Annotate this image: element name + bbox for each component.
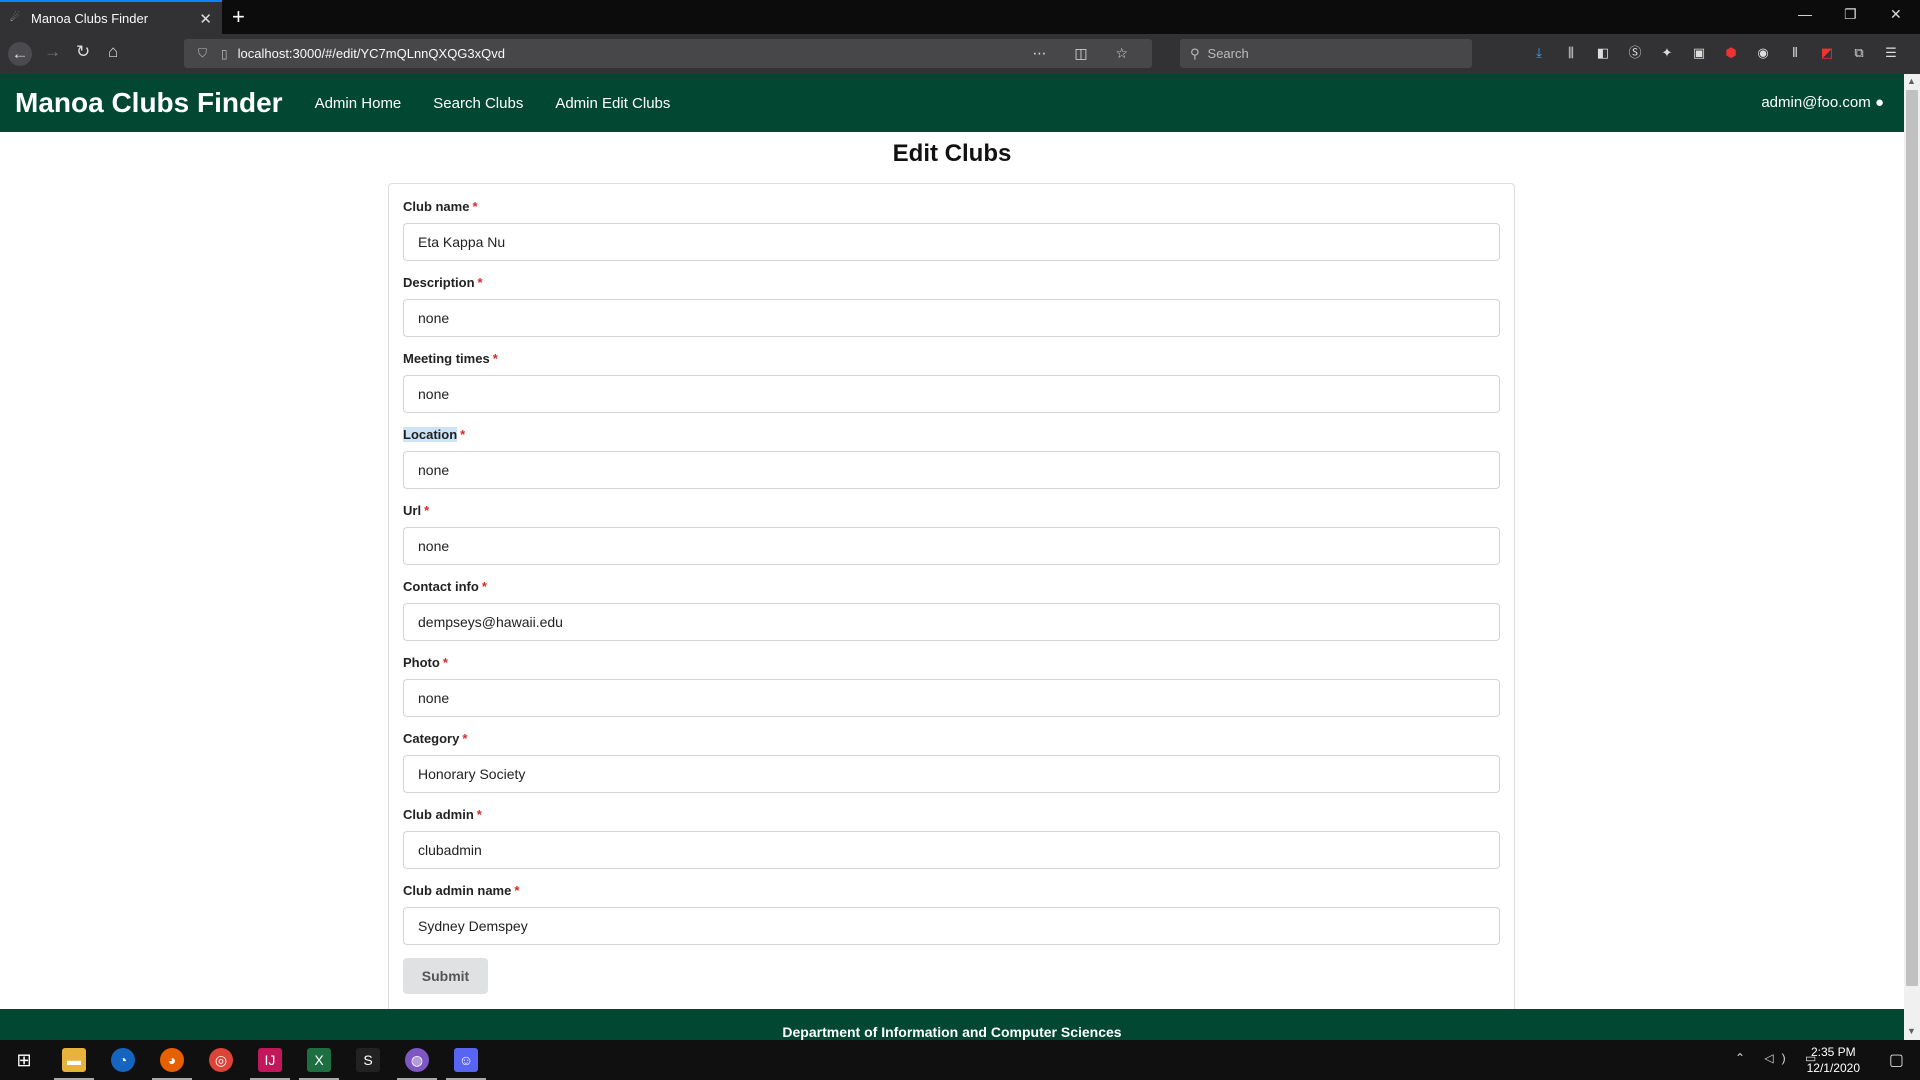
notification-icon[interactable]: ▢ [1889, 1050, 1904, 1070]
url-bar[interactable]: ⛉ ▯ localhost:3000/#/edit/YC7mQLnnQXQG3x… [184, 39, 1152, 68]
meeting-times-input[interactable]: none [403, 375, 1500, 413]
windows-start-icon[interactable]: ⊞ [12, 1048, 36, 1072]
windows-taskbar: ⊞ ▬ ◔ ◕ ◎ IJ X S ◍ ☺ ⌃ ◁) ▭ 2:35 PM 12/1… [0, 1040, 1920, 1080]
extension-bars-icon[interactable]: ⫴ [1786, 44, 1804, 62]
extensions-icon[interactable]: ⧉ [1850, 44, 1868, 62]
field-label: Photo * [403, 655, 448, 670]
app-blue-icon[interactable]: ◔ [111, 1048, 135, 1072]
meteor-favicon-icon: ☄ [10, 12, 20, 24]
submit-button[interactable]: Submit [403, 958, 488, 994]
intellij-icon[interactable]: IJ [258, 1048, 282, 1072]
close-window-icon[interactable]: ✕ [1890, 6, 1902, 23]
scroll-thumb[interactable] [1906, 90, 1918, 986]
scroll-down-arrow-icon[interactable]: ▼ [1907, 1026, 1916, 1036]
clock-time: 2:35 PM [1810, 1045, 1856, 1059]
club-name-input[interactable]: Eta Kappa Nu [403, 223, 1500, 261]
page-actions-icons[interactable]: ⋯ ◫ ☆ [1032, 45, 1140, 62]
home-icon[interactable]: ⌂ [108, 42, 118, 62]
edit-club-form: Club name * Eta Kappa Nu Description * non… [388, 183, 1515, 1013]
url-text[interactable]: localhost:3000/#/edit/YC7mQLnnQXQG3xQvd [238, 46, 505, 61]
download-icon[interactable]: ⤓ [1530, 44, 1548, 62]
user-icon[interactable]: ● [1875, 94, 1884, 111]
field-club-admin-name: Club admin name * Sydney Demspey [403, 882, 1500, 945]
discord-icon[interactable]: ☺ [454, 1048, 478, 1072]
nav-admin-home[interactable]: Admin Home [315, 95, 402, 112]
search-placeholder: Search [1207, 46, 1249, 61]
brand-logo[interactable]: Manoa Clubs Finder [15, 87, 283, 119]
nav-admin-edit-clubs[interactable]: Admin Edit Clubs [555, 95, 670, 112]
field-label: Meeting times * [403, 351, 498, 366]
browser-toolbar: ← → ↻ ⌂ ⛉ ▯ localhost:3000/#/edit/YC7mQL… [0, 34, 1920, 74]
file-explorer-icon[interactable]: ▬ [62, 1048, 86, 1072]
library-icon[interactable]: ⫼ [1562, 44, 1580, 62]
field-club-name: Club name * Eta Kappa Nu [403, 198, 1500, 261]
back-arrow-icon[interactable]: ← [8, 42, 32, 66]
field-photo: Photo * none [403, 654, 1500, 717]
restore-icon[interactable]: ❐ [1844, 6, 1857, 23]
tab-title: Manoa Clubs Finder [31, 10, 149, 26]
footer: Department of Information and Computer S… [0, 1009, 1904, 1040]
page-info-icon[interactable]: ▯ [221, 47, 228, 61]
url-input[interactable]: none [403, 527, 1500, 565]
browser-tab[interactable]: ☄ Manoa Clubs Finder ✕ [0, 0, 222, 34]
scroll-up-arrow-icon[interactable]: ▲ [1907, 76, 1916, 86]
user-menu[interactable]: admin@foo.com ● [1761, 94, 1884, 111]
field-label: Category * [403, 731, 468, 746]
description-input[interactable]: none [403, 299, 1500, 337]
browser-tabbar: ☄ Manoa Clubs Finder ✕ + — ❐ ✕ [0, 0, 1920, 34]
extension-s-icon[interactable]: Ⓢ [1626, 44, 1644, 62]
app-navbar: Manoa Clubs Finder Admin Home Search Clu… [0, 74, 1904, 132]
sidebar-icon[interactable]: ◧ [1594, 44, 1612, 62]
field-label: Club admin * [403, 807, 482, 822]
page-title: Edit Clubs [892, 140, 1012, 167]
field-meeting-times: Meeting times * none [403, 350, 1500, 413]
field-club-admin: Club admin * clubadmin [403, 806, 1500, 869]
field-url: Url * none [403, 502, 1500, 565]
field-label: Description * [403, 275, 483, 290]
reload-icon[interactable]: ↻ [76, 42, 90, 62]
browser-search-input[interactable]: ⚲ Search [1180, 39, 1472, 68]
club-admin-input[interactable]: clubadmin [403, 831, 1500, 869]
extension-translate-icon[interactable]: ▣ [1690, 44, 1708, 62]
minimize-icon[interactable]: — [1798, 6, 1812, 22]
ublock-icon[interactable]: ⬢ [1722, 44, 1740, 62]
new-tab-icon[interactable]: + [232, 4, 245, 30]
field-contact-info: Contact info * dempseys@hawaii.edu [403, 578, 1500, 641]
nav-search-clubs[interactable]: Search Clubs [433, 95, 523, 112]
extension-toolbar: ⤓ ⫼ ◧ Ⓢ ✦ ▣ ⬢ ◉ ⫴ ◩ ⧉ ☰ [1530, 44, 1900, 62]
club-admin-name-input[interactable]: Sydney Demspey [403, 907, 1500, 945]
page-scrollbar[interactable]: ▲ ▼ [1904, 74, 1920, 1040]
clock[interactable]: 2:35 PM 12/1/2020 [1807, 1044, 1860, 1076]
field-category: Category * Honorary Society [403, 730, 1500, 793]
location-input[interactable]: none [403, 451, 1500, 489]
chrome-icon[interactable]: ◎ [209, 1048, 233, 1072]
category-input[interactable]: Honorary Society [403, 755, 1500, 793]
account-icon[interactable]: ◉ [1754, 44, 1772, 62]
field-location: Location * none [403, 426, 1500, 489]
menu-icon[interactable]: ☰ [1882, 44, 1900, 62]
field-label: Club name * [403, 199, 478, 214]
excel-icon[interactable]: X [307, 1048, 331, 1072]
field-description: Description * none [403, 274, 1500, 337]
extension-puzzle-icon[interactable]: ✦ [1658, 44, 1676, 62]
search-icon: ⚲ [1190, 45, 1200, 61]
field-label: Contact info * [403, 579, 487, 594]
forward-arrow-icon[interactable]: → [44, 42, 61, 62]
clock-date: 12/1/2020 [1806, 1061, 1860, 1075]
app-purple-icon[interactable]: ◍ [405, 1048, 429, 1072]
field-label: Club admin name * [403, 883, 520, 898]
photo-input[interactable]: none [403, 679, 1500, 717]
app-s-icon[interactable]: S [356, 1048, 380, 1072]
close-tab-icon[interactable]: ✕ [199, 10, 212, 28]
contact-info-input[interactable]: dempseys@hawaii.edu [403, 603, 1500, 641]
field-label: Url * [403, 503, 430, 518]
extension-red-icon[interactable]: ◩ [1818, 44, 1836, 62]
user-email[interactable]: admin@foo.com [1761, 94, 1870, 111]
shield-icon[interactable]: ⛉ [198, 46, 207, 61]
firefox-icon[interactable]: ◕ [160, 1048, 184, 1072]
field-label: Location * [403, 427, 466, 442]
